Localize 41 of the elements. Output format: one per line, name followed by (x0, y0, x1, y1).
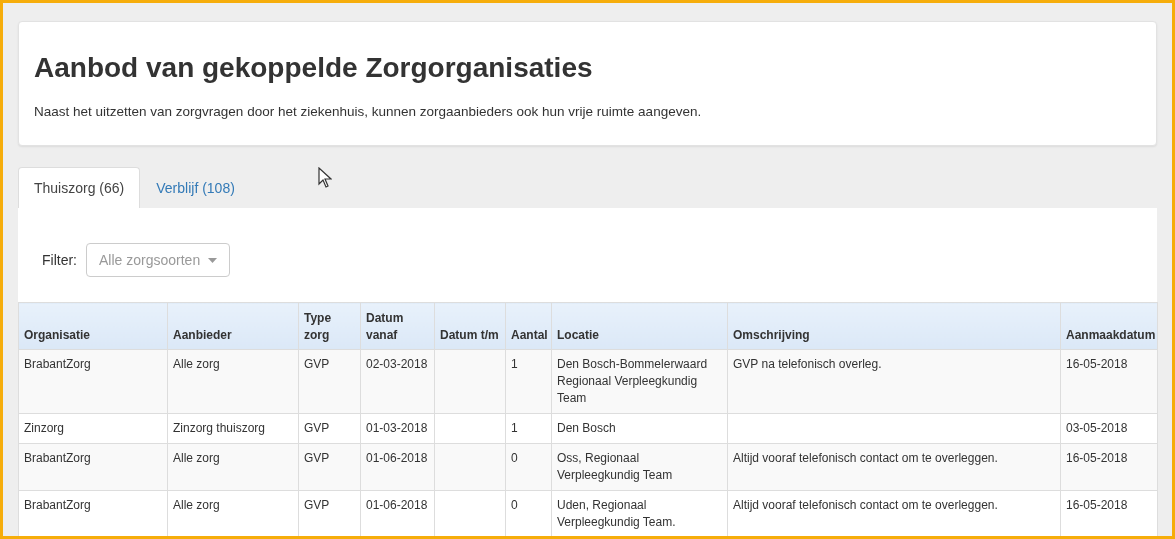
table-cell: 01-06-2018 (360, 443, 435, 491)
filter-dropdown[interactable]: Alle zorgsoorten (86, 243, 231, 277)
table-cell: Alle zorg (167, 443, 299, 491)
page-title: Aanbod van gekoppelde Zorgorganisaties (34, 52, 594, 84)
column-header: Datum t/m (434, 302, 506, 350)
page-description: Naast het uitzetten van zorgvragen door het ziekenhuis, kunnen zorgaanbieders ook hun vrije ruimte aangeven. (34, 104, 703, 119)
column-header: Aanmaakdatum (1060, 302, 1158, 350)
table-cell: Den Bosch-Bommelerwaard Regionaal Verpleegkundig Team (551, 349, 728, 414)
table-cell: Alle zorg (167, 349, 299, 414)
table-cell: BrabantZorg (18, 349, 168, 414)
table-cell: BrabantZorg (18, 443, 168, 491)
table-cell: 1 (505, 413, 552, 444)
table-cell: 02-03-2018 (360, 349, 435, 414)
tab[interactable]: Verblijf (108) (140, 167, 251, 208)
column-header: Type zorg (298, 302, 361, 350)
column-header: Locatie (551, 302, 728, 350)
table-cell: Oss, Regionaal Verpleegkundig Team (551, 443, 728, 491)
column-header: Aantal (505, 302, 552, 350)
filter-label: Filter: (42, 252, 77, 268)
table-cell: Altijd vooraf telefonisch contact om te overleggen. (727, 443, 1061, 491)
table-cell: BrabantZorg (18, 490, 168, 536)
table-cell: GVP (298, 349, 361, 414)
table-cell: Den Bosch (551, 413, 728, 444)
table-cell: GVP (298, 413, 361, 444)
table-cell: 16-05-2018 (1060, 443, 1158, 491)
tab[interactable]: Thuiszorg (66) (18, 167, 141, 208)
column-header: Organisatie (18, 302, 168, 350)
table-cell: Zinzorg thuiszorg (167, 413, 299, 444)
table-cell: 1 (505, 349, 552, 414)
table-cell: 03-05-2018 (1060, 413, 1158, 444)
table-cell: GVP (298, 443, 361, 491)
column-header: Aanbieder (167, 302, 299, 350)
table-cell: 01-03-2018 (360, 413, 435, 444)
column-header: Datum vanaf (360, 302, 435, 350)
table-cell: 0 (505, 443, 552, 491)
caret-icon (208, 257, 218, 263)
table-cell: GVP na telefonisch overleg. (727, 349, 1061, 414)
table-cell: 16-05-2018 (1060, 349, 1158, 414)
table-cell: Zinzorg (18, 413, 168, 444)
cursor-icon (318, 167, 332, 188)
column-header: Omschrijving (727, 302, 1061, 350)
